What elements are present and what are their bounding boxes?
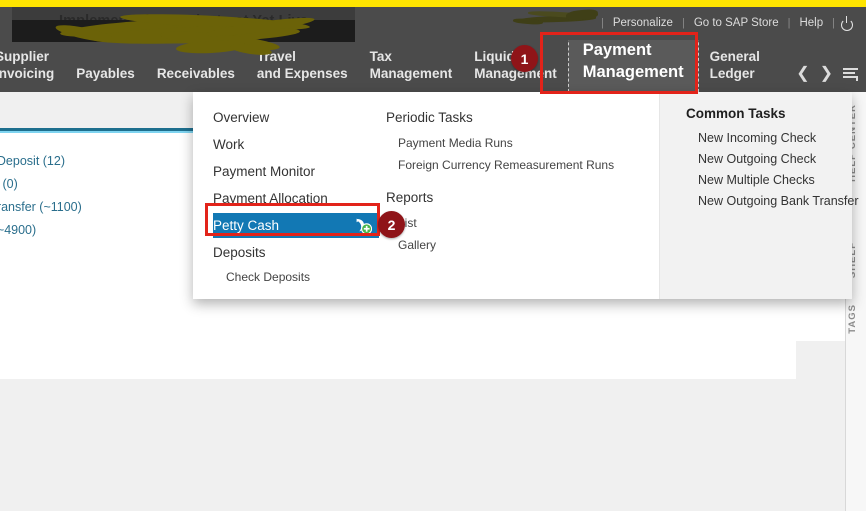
nav-label-line1: General <box>709 49 760 64</box>
nav-item-tax-management[interactable]: Tax Management <box>359 48 464 92</box>
common-task-new-incoming-check[interactable]: New Incoming Check <box>686 128 852 149</box>
annotation-badge-2: 2 <box>378 211 405 238</box>
nav-label-line1: Payables <box>76 66 135 81</box>
header-links: | Personalize | Go to SAP Store | Help | <box>600 15 860 31</box>
page-footer <box>0 341 866 511</box>
nav-label-line2: Ledger <box>709 66 755 81</box>
common-task-new-outgoing-check[interactable]: New Outgoing Check <box>686 149 852 170</box>
chevron-right-icon[interactable]: ❯ <box>820 66 833 82</box>
menu-item-payment-monitor[interactable]: Payment Monitor <box>213 158 386 185</box>
menu-heading-periodic-tasks: Periodic Tasks <box>386 110 473 125</box>
menu-item-payment-allocation[interactable]: Payment Allocation <box>213 185 386 212</box>
common-task-new-multiple-checks[interactable]: New Multiple Checks <box>686 170 852 191</box>
navigation-tools: ❮ ❯ <box>796 66 858 82</box>
header-link-help[interactable]: Help <box>791 15 831 31</box>
menu-item-petty-cash[interactable]: Petty Cash <box>213 213 379 238</box>
menu-item-report-gallery[interactable]: Gallery <box>386 234 659 256</box>
nav-label-line2: and Expenses <box>256 66 348 81</box>
menu-column-left: Overview Work Payment Monitor Payment Al… <box>193 92 386 299</box>
nav-item-general-ledger[interactable]: General Ledger <box>699 48 771 92</box>
nav-item-payables[interactable]: Payables <box>65 65 146 92</box>
nav-label-line2: Invoicing <box>0 66 55 81</box>
menu-item-report-list[interactable]: List <box>386 212 659 234</box>
application-root: Check Deposit (12) Manual (0) Bank Trans… <box>0 0 866 511</box>
menu-item-overview[interactable]: Overview <box>213 104 386 131</box>
header-separator: | <box>832 17 835 29</box>
add-to-shelf-icon[interactable] <box>353 216 373 235</box>
nav-label-line1: Receivables <box>156 66 235 81</box>
list-menu-icon[interactable] <box>843 67 858 81</box>
menu-heading-reports: Reports <box>386 190 434 205</box>
annotation-badge-1: 1 <box>511 45 538 72</box>
nav-label-line1: Tax <box>369 49 392 64</box>
nav-item-payment-management[interactable]: Payment Management <box>567 32 699 92</box>
top-yellow-strip <box>0 0 866 7</box>
header-link-go-to-sap-store[interactable]: Go to SAP Store <box>686 15 787 31</box>
rail-item-tags[interactable]: TAGS <box>847 304 858 334</box>
nav-label-line1: Payment <box>582 41 652 59</box>
menu-item-check-deposits[interactable]: Check Deposits <box>213 266 386 288</box>
menu-column-middle: Periodic Tasks Payment Media Runs Foreig… <box>386 92 659 299</box>
footer-white-area <box>0 341 796 379</box>
header-link-personalize[interactable]: Personalize <box>605 15 681 31</box>
menu-item-petty-cash-label: Petty Cash <box>213 218 280 233</box>
menu-item-payment-media-runs[interactable]: Payment Media Runs <box>386 132 659 154</box>
main-navigation-bar: Supplier Invoicing Payables Receivables … <box>0 32 866 92</box>
menu-item-deposits[interactable]: Deposits <box>213 239 386 266</box>
chevron-left-icon[interactable]: ❮ <box>796 66 809 82</box>
common-task-new-outgoing-bank-transfer[interactable]: New Outgoing Bank Transfer <box>686 191 859 212</box>
menu-heading-common-tasks: Common Tasks <box>686 106 786 121</box>
nav-label-line2: Management <box>369 66 453 81</box>
nav-label-line1: Supplier <box>0 49 50 64</box>
navigation-items: Supplier Invoicing Payables Receivables … <box>0 32 771 92</box>
power-icon[interactable] <box>840 16 854 31</box>
nav-label-line2: Management <box>582 63 684 81</box>
menu-item-work[interactable]: Work <box>213 131 386 158</box>
payment-management-dropdown-menu: Overview Work Payment Monitor Payment Al… <box>193 92 859 299</box>
nav-item-receivables[interactable]: Receivables <box>146 65 246 92</box>
nav-item-supplier-invoicing[interactable]: Supplier Invoicing <box>0 48 65 92</box>
menu-column-common-tasks: Common Tasks New Incoming Check New Outg… <box>659 92 859 299</box>
menu-item-foreign-currency-remeasurement-runs[interactable]: Foreign Currency Remeasurement Runs <box>386 154 659 176</box>
